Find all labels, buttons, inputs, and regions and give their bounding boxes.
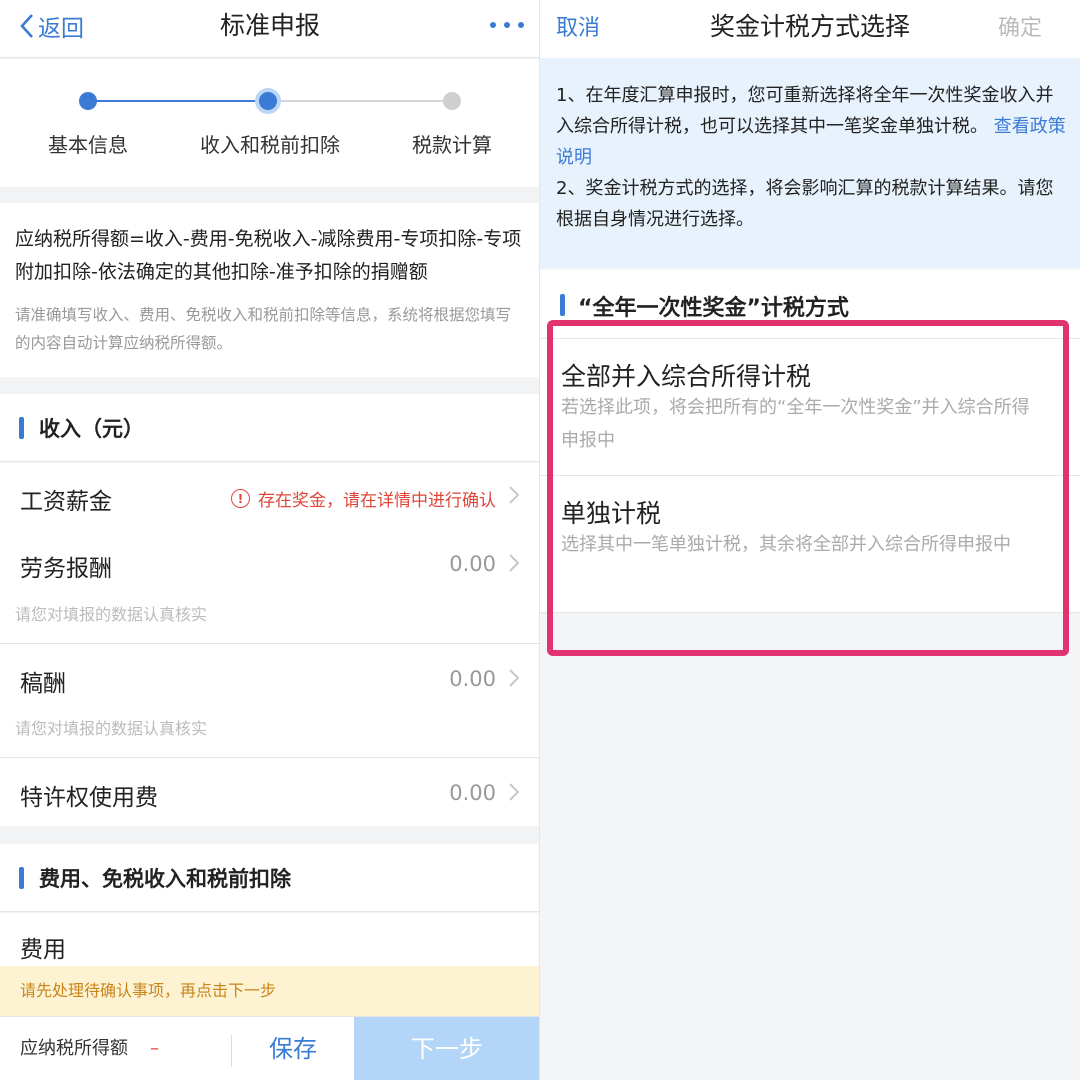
step-dot-current (259, 92, 277, 110)
nav-bar: 返回 标准申报 (0, 0, 540, 58)
row-value: 0.00 (449, 781, 496, 805)
nav-bar: 取消 奖金计税方式选择 确定 (540, 0, 1080, 58)
income-section-title: 收入（元） (39, 417, 144, 441)
step-label-income: 收入和税前扣除 (200, 133, 340, 157)
more-icon[interactable] (490, 10, 524, 40)
info-line-1: 1、在年度汇算申报时，您可重新选择将全年一次性奖金收入并入综合所得计税，也可以选… (556, 85, 1054, 137)
formula-text: 应纳税所得额=收入-费用-免税收入-减除费用-专项扣除-专项附加扣除-依法确定的… (15, 228, 522, 283)
policy-info-panel: 1、在年度汇算申报时，您可重新选择将全年一次性奖金收入并入综合所得计税，也可以选… (540, 58, 1080, 268)
step-connector-done (88, 100, 268, 102)
page-title: 标准申报 (219, 11, 320, 40)
step-connector-pending (268, 100, 452, 102)
section-marker (560, 294, 565, 316)
income-section-header: 收入（元） (0, 394, 540, 462)
pending-notice: 请先处理待确认事项，再点击下一步 (0, 966, 540, 1016)
income-row-franchise[interactable]: 特许权使用费 0.00 (0, 758, 540, 826)
progress-steps: 基本信息 收入和税前扣除 税款计算 (0, 59, 540, 187)
alert-icon: ! (231, 489, 250, 508)
step-dot-pending (443, 92, 461, 110)
step-label-tax-calc: 税款计算 (412, 133, 492, 157)
deduction-section-title: 费用、免税收入和税前扣除 (39, 867, 291, 891)
row-value: 0.00 (449, 552, 496, 576)
chevron-right-icon (509, 554, 520, 572)
standard-declaration-screen: 返回 标准申报 基本信息 收入和税前扣除 税款计算 应纳税所得额=收入-费用-免… (0, 0, 540, 1080)
row-label: 费用 (20, 937, 66, 963)
screenshot: 返回 标准申报 基本信息 收入和税前扣除 税款计算 应纳税所得额=收入-费用-免… (0, 0, 1080, 1080)
deduction-row-expense[interactable]: 费用 (0, 913, 540, 973)
row-value: 0.00 (449, 667, 496, 691)
formula-panel: 应纳税所得额=收入-费用-免税收入-减除费用-专项扣除-专项附加扣除-依法确定的… (0, 203, 540, 377)
bonus-tax-method-screen: 取消 奖金计税方式选择 确定 1、在年度汇算申报时，您可重新选择将全年一次性奖金… (540, 0, 1080, 1080)
income-row-royalty[interactable]: 稿酬 0.00 请您对填报的数据认真核实 (0, 644, 540, 757)
bonus-warning[interactable]: ! 存在奖金，请在详情中进行确认 (231, 486, 496, 511)
section-marker (19, 417, 24, 439)
chevron-right-icon (509, 669, 520, 687)
bottom-action-bar: 应纳税所得额 – 保存 下一步 (0, 1016, 540, 1080)
row-label: 劳务报酬 (20, 556, 112, 582)
next-step-button[interactable]: 下一步 (354, 1017, 540, 1080)
highlight-annotation (547, 320, 1069, 656)
taxable-income-value: – (150, 1038, 159, 1059)
row-hint: 请您对填报的数据认真核实 (15, 605, 208, 624)
row-label: 特许权使用费 (20, 785, 158, 811)
formula-hint: 请准确填写收入、费用、免税收入和税前扣除等信息，系统将根据您填写的内容自动计算应… (15, 306, 512, 352)
chevron-right-icon (509, 783, 520, 801)
taxable-income-label: 应纳税所得额 (20, 1038, 128, 1059)
section-marker (19, 867, 24, 889)
bonus-method-section-title: “全年一次性奖金”计税方式 (578, 296, 849, 321)
row-hint: 请您对填报的数据认真核实 (15, 719, 208, 738)
step-label-basic-info: 基本信息 (48, 133, 128, 157)
save-button[interactable]: 保存 (232, 1017, 354, 1080)
income-row-salary[interactable]: 工资薪金 ! 存在奖金，请在详情中进行确认 劳务报酬 0.00 请您对填报的数据… (0, 463, 540, 643)
warning-text: 存在奖金，请在详情中进行确认 (258, 491, 496, 511)
chevron-right-icon (509, 486, 520, 504)
confirm-button[interactable]: 确定 (998, 10, 1042, 42)
row-label: 工资薪金 (20, 489, 112, 515)
deduction-section-header: 费用、免税收入和税前扣除 (0, 844, 540, 912)
row-label: 稿酬 (20, 671, 66, 697)
step-dot-done (79, 92, 97, 110)
info-line-2: 2、奖金计税方式的选择，将会影响汇算的税款计算结果。请您根据自身情况进行选择。 (556, 178, 1054, 230)
